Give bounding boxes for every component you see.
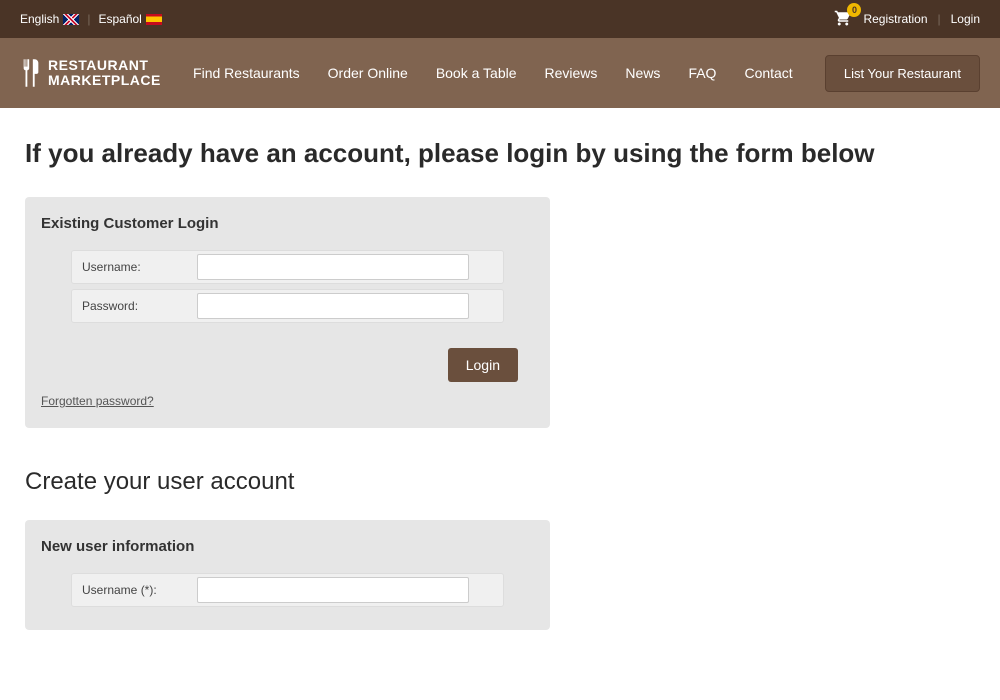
create-account-heading: Create your user account (25, 468, 975, 496)
flag-es-icon (146, 14, 162, 25)
nav-faq[interactable]: FAQ (688, 65, 716, 81)
username-label: Username: (72, 260, 197, 274)
create-panel-title: New user information (41, 538, 534, 555)
link-separator: | (938, 12, 941, 26)
logo-text: RESTAURANT MARKETPLACE (48, 58, 161, 89)
login-heading: If you already have an account, please l… (25, 138, 975, 169)
cart-count-badge: 0 (847, 3, 861, 17)
login-panel-title: Existing Customer Login (41, 215, 534, 232)
lang-spanish[interactable]: Español (98, 12, 161, 26)
nav-book-table[interactable]: Book a Table (436, 65, 517, 81)
new-username-input[interactable] (197, 577, 469, 603)
create-account-panel: New user information Username (*): (25, 520, 550, 630)
logo-line1: RESTAURANT (48, 58, 161, 73)
password-input[interactable] (197, 293, 469, 319)
registration-link[interactable]: Registration (863, 12, 927, 26)
login-link[interactable]: Login (951, 12, 980, 26)
nav-order-online[interactable]: Order Online (328, 65, 408, 81)
logo-line2: MARKETPLACE (48, 73, 161, 88)
lang-label: Español (98, 12, 141, 26)
language-switcher: English | Español (20, 12, 162, 26)
lang-english[interactable]: English (20, 12, 79, 26)
main-nav-bar: RESTAURANT MARKETPLACE Find Restaurants … (0, 38, 1000, 108)
nav-news[interactable]: News (625, 65, 660, 81)
forgot-password-link[interactable]: Forgotten password? (41, 394, 154, 408)
topbar: English | Español 0 Registration | Login (0, 0, 1000, 38)
username-input[interactable] (197, 254, 469, 280)
lang-label: English (20, 12, 59, 26)
fork-knife-icon (20, 59, 42, 87)
cart-button[interactable]: 0 (833, 9, 853, 30)
main-nav: Find Restaurants Order Online Book a Tab… (193, 65, 793, 81)
nav-reviews[interactable]: Reviews (545, 65, 598, 81)
login-button[interactable]: Login (448, 348, 518, 382)
flag-uk-icon (63, 14, 79, 25)
list-restaurant-button[interactable]: List Your Restaurant (825, 55, 980, 92)
nav-contact[interactable]: Contact (744, 65, 792, 81)
password-label: Password: (72, 299, 197, 313)
new-username-row: Username (*): (71, 573, 504, 607)
page-content: If you already have an account, please l… (0, 108, 1000, 700)
nav-find-restaurants[interactable]: Find Restaurants (193, 65, 300, 81)
username-row: Username: (71, 250, 504, 284)
login-panel: Existing Customer Login Username: Passwo… (25, 197, 550, 428)
login-actions: Login (41, 328, 534, 392)
password-row: Password: (71, 289, 504, 323)
topbar-right: 0 Registration | Login (833, 9, 980, 30)
logo[interactable]: RESTAURANT MARKETPLACE (20, 58, 161, 89)
new-username-label: Username (*): (72, 583, 197, 597)
lang-separator: | (87, 12, 90, 26)
